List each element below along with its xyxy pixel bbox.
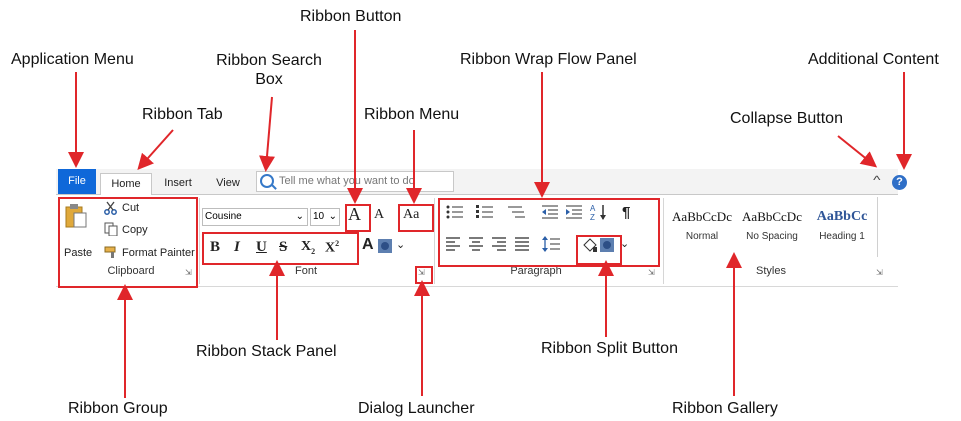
arrow-collapse-button bbox=[837, 135, 878, 168]
arrow-ribbon-tab bbox=[137, 129, 174, 170]
arrow-search-box bbox=[259, 96, 275, 172]
callout-arrows bbox=[68, 30, 912, 398]
